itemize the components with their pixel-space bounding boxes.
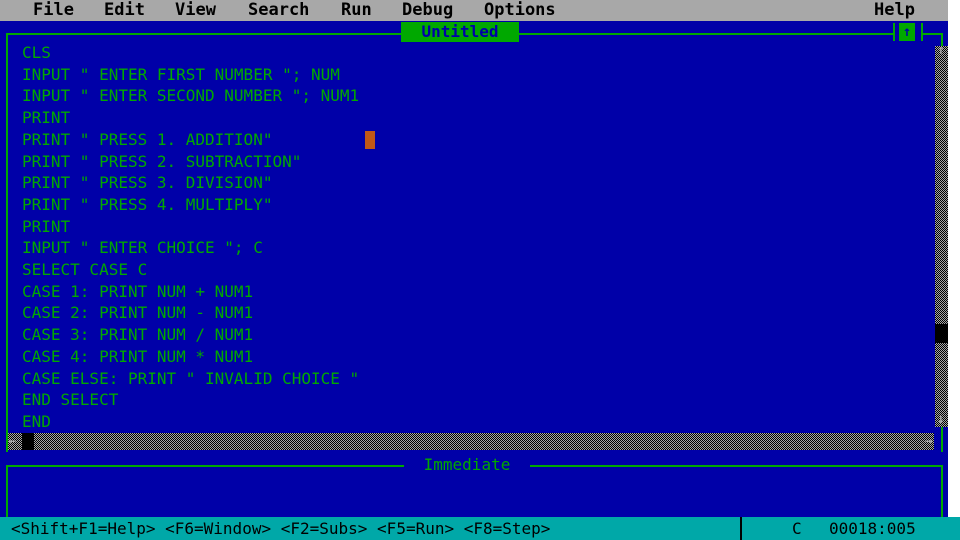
- menu-run[interactable]: Run: [341, 0, 372, 21]
- vertical-scrollbar[interactable]: [935, 46, 948, 427]
- code-line: PRINT " PRESS 4. MULTIPLY": [22, 194, 273, 214]
- maximize-icon: ↑: [899, 23, 915, 41]
- menu-edit[interactable]: Edit: [104, 0, 145, 21]
- code-line: INPUT " ENTER CHOICE "; C: [22, 238, 263, 258]
- status-divider: [740, 517, 742, 540]
- code-editor[interactable]: CLS INPUT " ENTER FIRST NUMBER "; NUM IN…: [22, 42, 922, 432]
- code-line: CASE 2: PRINT NUM - NUM1: [22, 303, 254, 323]
- horizontal-scroll-thumb[interactable]: [22, 433, 34, 450]
- code-line: END: [22, 411, 51, 431]
- code-line: INPUT " ENTER FIRST NUMBER "; NUM: [22, 64, 340, 84]
- code-line: PRINT: [22, 216, 71, 236]
- code-line: PRINT " PRESS 1. ADDITION": [22, 129, 273, 149]
- code-line: SELECT CASE C: [22, 260, 148, 279]
- menu-search[interactable]: Search: [248, 0, 309, 21]
- scroll-right-arrow-icon[interactable]: →: [925, 435, 933, 448]
- horizontal-scrollbar[interactable]: [8, 433, 934, 450]
- menu-options[interactable]: Options: [484, 0, 556, 21]
- immediate-title: Immediate: [404, 454, 530, 476]
- window-edge: [948, 0, 960, 517]
- menu-help[interactable]: Help: [874, 0, 915, 21]
- status-hints: <Shift+F1=Help> <F6=Window> <F2=Subs> <F…: [11, 519, 551, 538]
- vertical-scroll-thumb[interactable]: [935, 324, 948, 343]
- status-bar: <Shift+F1=Help> <F6=Window> <F2=Subs> <F…: [0, 517, 960, 540]
- scroll-down-arrow-icon[interactable]: ↓: [937, 413, 945, 426]
- caps-indicator: C: [792, 519, 802, 538]
- code-line: CASE 4: PRINT NUM * NUM1: [22, 346, 254, 366]
- editor-title: Untitled: [401, 22, 519, 42]
- code-line: PRINT: [22, 108, 71, 128]
- menu-view[interactable]: View: [175, 0, 216, 21]
- code-line: INPUT " ENTER SECOND NUMBER "; NUM1: [22, 86, 360, 106]
- scroll-left-arrow-icon[interactable]: ←: [8, 435, 16, 448]
- scroll-up-arrow-icon[interactable]: ↑: [937, 44, 945, 57]
- maximize-button[interactable]: ↑: [893, 23, 923, 41]
- code-line: PRINT " PRESS 2. SUBTRACTION": [22, 151, 302, 171]
- code-line: CASE 3: PRINT NUM / NUM1: [22, 325, 254, 345]
- code-line: CASE ELSE: PRINT " INVALID CHOICE ": [22, 368, 360, 388]
- code-line: CASE 1: PRINT NUM + NUM1: [22, 281, 254, 301]
- code-line: END SELECT: [22, 390, 119, 410]
- code-line: PRINT " PRESS 3. DIVISION": [22, 173, 273, 193]
- text-cursor: [365, 131, 375, 149]
- code-line: CLS: [22, 43, 51, 62]
- menu-bar: File Edit View Search Run Debug Options …: [0, 0, 960, 21]
- menu-file[interactable]: File: [33, 0, 74, 21]
- cursor-position: 00018:005: [829, 519, 916, 538]
- menu-debug[interactable]: Debug: [402, 0, 453, 21]
